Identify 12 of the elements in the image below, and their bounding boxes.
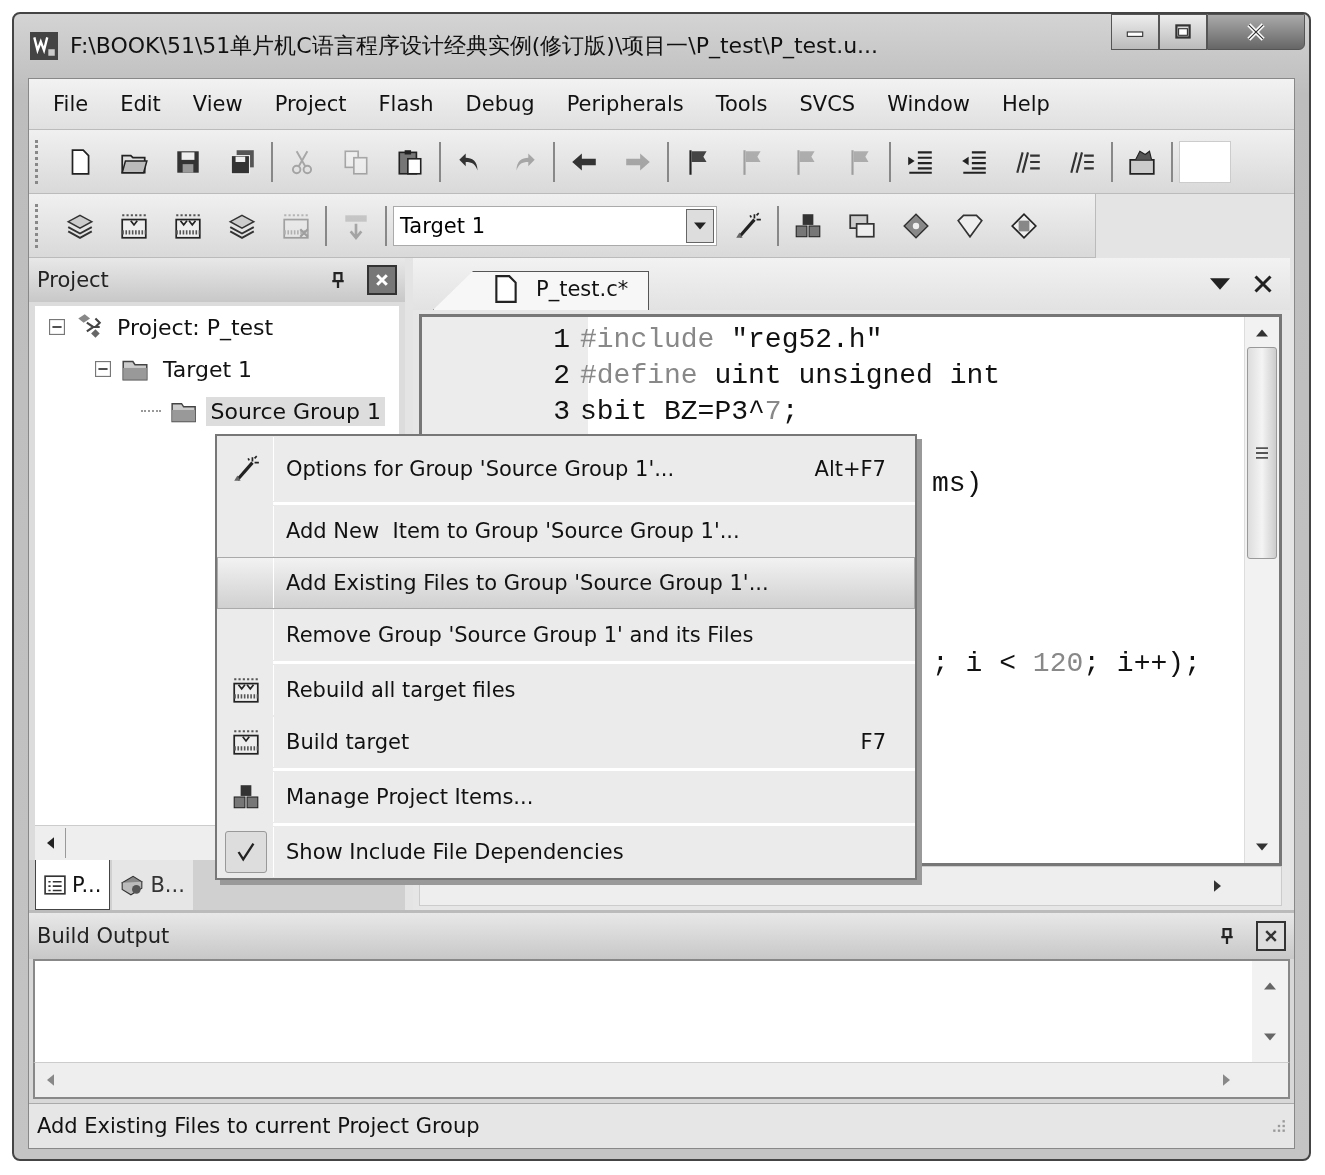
code-line: #define uint unsigned int	[580, 359, 1001, 391]
code-line: sbit BZ=P3^7;	[580, 395, 799, 427]
line-number: 2	[552, 359, 571, 391]
status-text: Add Existing Files to current Project Group	[37, 1114, 481, 1138]
panel-title: Build Output	[37, 924, 171, 948]
line-number: 1	[552, 323, 571, 355]
window-title: F:\BOOK\51\51单片机C语言程序设计经典实例(修订版)\项目一\P_test\P_test.u...	[70, 32, 879, 61]
code-line: #include "reg52.h"	[580, 323, 883, 355]
line-number: 3	[552, 395, 571, 427]
panel-title: Project	[37, 268, 110, 292]
code-line: ms)	[932, 467, 983, 499]
code-line: ; i < 120; i++);	[932, 647, 1201, 679]
